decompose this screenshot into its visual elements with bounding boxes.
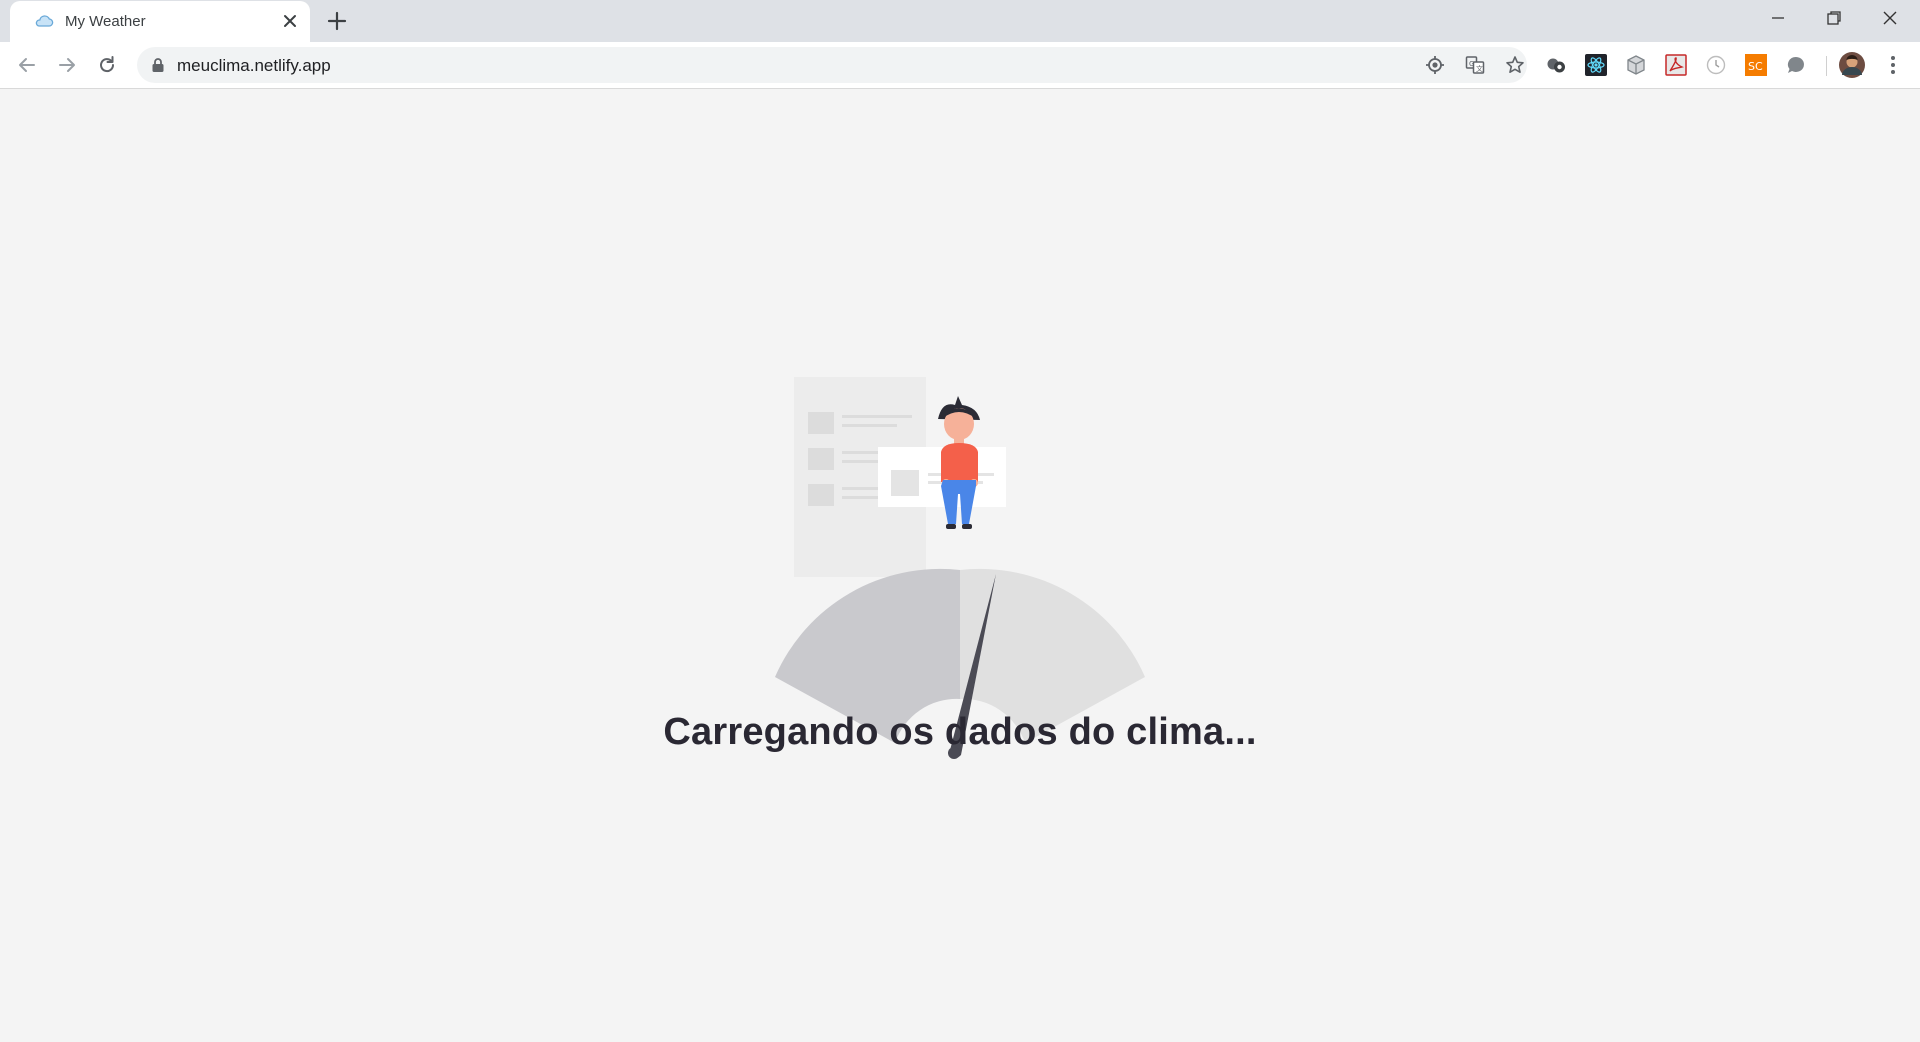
new-tab-plus-icon[interactable] [326,10,348,32]
back-arrow-icon[interactable] [13,51,41,79]
browser-toolbar: meuclima.netlify.app G 文 SC [0,42,1920,89]
restore-icon[interactable] [1806,0,1862,36]
url-text[interactable]: meuclima.netlify.app [177,56,331,76]
sc-extension-label: SC [1748,60,1763,73]
page-content: Carregando os dados do clima... [0,89,1920,1042]
location-target-icon[interactable] [1425,55,1445,75]
browser-window: My Weather meuclima.netlify.app G 文 SC C… [0,0,1920,1042]
translate-icon[interactable]: G 文 [1465,55,1485,75]
tab-close-icon[interactable] [280,11,300,31]
extension-icon[interactable] [1545,54,1567,76]
toolbar-divider [1826,56,1827,76]
tab-my-weather[interactable]: My Weather [10,1,310,42]
reload-icon[interactable] [93,51,121,79]
chat-extension-icon[interactable] [1785,54,1807,76]
address-bar[interactable]: meuclima.netlify.app G 文 [137,47,1527,83]
tab-strip: My Weather [0,0,1920,42]
more-menu-icon[interactable] [1882,54,1904,76]
forward-arrow-icon[interactable] [53,51,81,79]
tab-title: My Weather [65,13,146,30]
loading-message: Carregando os dados do clima... [663,711,1257,753]
svg-text:文: 文 [1476,64,1483,73]
lock-icon[interactable] [151,57,165,73]
loading-illustration [775,377,1145,759]
minimize-icon[interactable] [1750,0,1806,36]
cube-extension-icon[interactable] [1625,54,1647,76]
person-figure [938,396,980,529]
bookmark-star-icon[interactable] [1505,55,1525,75]
avatar[interactable] [1838,51,1866,79]
pdf-extension-icon[interactable] [1665,54,1687,76]
cloud-icon [34,13,54,29]
close-window-icon[interactable] [1862,0,1918,36]
svg-text:G: G [1469,60,1474,68]
sc-extension-icon[interactable]: SC [1745,54,1767,76]
clock-extension-icon[interactable] [1705,54,1727,76]
react-devtools-icon[interactable] [1585,54,1607,76]
